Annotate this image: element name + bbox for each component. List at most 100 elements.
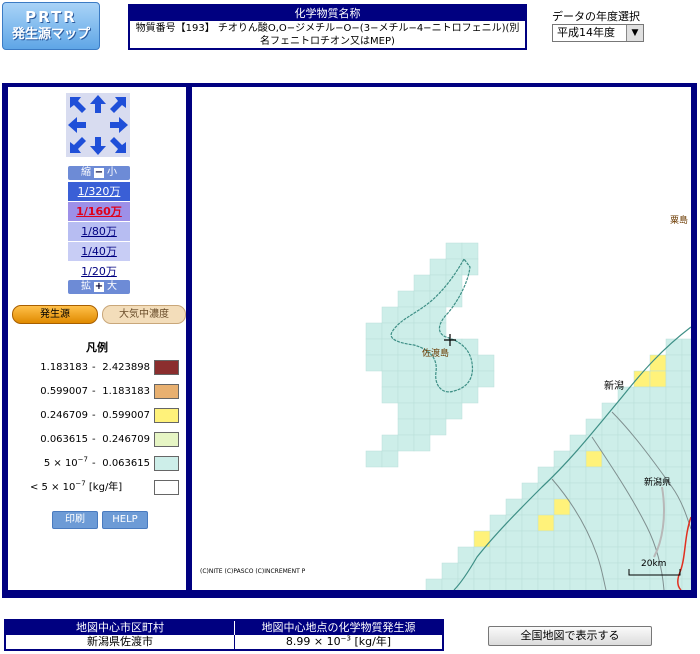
- source-header: 地図中心地点の化学物質発生源: [235, 621, 442, 635]
- grid-cell: [365, 450, 383, 468]
- grid-cell: [681, 450, 691, 468]
- grid-cell: [633, 402, 651, 420]
- grid-cell: [381, 322, 399, 340]
- pan-down-icon: [90, 137, 106, 155]
- grid-cell: [617, 514, 635, 532]
- grid-cell: [601, 434, 619, 452]
- grid-cell: [601, 514, 619, 532]
- grid-cell: [681, 418, 691, 436]
- legend-swatch: [154, 360, 179, 375]
- grid-cell: [665, 498, 683, 516]
- grid-cell: [665, 514, 683, 532]
- grid-cell: [413, 322, 431, 340]
- grid-cell: [381, 370, 399, 388]
- grid-cell: [553, 578, 571, 590]
- grid-cell: [537, 466, 555, 484]
- scale-option[interactable]: 1/20万: [68, 262, 130, 281]
- grid-cell: [585, 466, 603, 484]
- grid-cell: [633, 530, 651, 548]
- grid-cell: [649, 434, 667, 452]
- grid-cell: [381, 434, 399, 452]
- grid-cell: [569, 450, 587, 468]
- grid-cell: [585, 546, 603, 564]
- control-panel: 縮 − 小 1/320万 1/160万 1/80万 1/40万 1/20万 拡 + 大 発生源 …: [8, 87, 186, 590]
- grid-cell: [665, 434, 683, 452]
- grid-cell: [521, 482, 539, 500]
- legend-min-label: < 5 × 10−7 [kg/年]: [30, 479, 123, 493]
- pan-up-icon: [90, 95, 106, 113]
- grid-cell: [413, 434, 431, 452]
- grid-cell: [457, 578, 475, 590]
- grid-cell: [585, 498, 603, 516]
- source-value-exponent: −3: [340, 634, 351, 643]
- grid-cell: [665, 386, 683, 404]
- scale-option[interactable]: 1/320万: [68, 182, 130, 201]
- grid-cell: [681, 482, 691, 500]
- help-button[interactable]: HELP: [102, 511, 148, 529]
- logo-line1: PRTR: [25, 8, 77, 26]
- grid-cell: [429, 322, 447, 340]
- grid-cell: [553, 514, 571, 532]
- zoom-in-label: 拡: [81, 281, 91, 292]
- grid-cell: [429, 402, 447, 420]
- legend-title: 凡例: [86, 341, 108, 354]
- grid-cell: [681, 338, 691, 356]
- grid-cell: [505, 578, 523, 590]
- grid-cell: [457, 546, 475, 564]
- grid-cell: [445, 370, 463, 388]
- scale-option[interactable]: 1/80万: [68, 222, 130, 241]
- grid-cell: [681, 370, 691, 388]
- plus-icon: +: [94, 281, 104, 292]
- grid-cell: [617, 450, 635, 468]
- grid-cell: [633, 578, 651, 590]
- grid-cell: [585, 562, 603, 580]
- grid-cell: [397, 386, 415, 404]
- legend-row: 0.599007-1.183183: [8, 383, 186, 401]
- national-map-button[interactable]: 全国地図で表示する: [488, 626, 652, 646]
- legend-high: 1.183183: [102, 386, 150, 397]
- grid-cell: [461, 386, 479, 404]
- tab-emission-source[interactable]: 発生源: [12, 305, 98, 324]
- legend-swatch: [154, 456, 179, 471]
- scale-option[interactable]: 1/40万: [68, 242, 130, 261]
- grid-cell: [397, 338, 415, 356]
- scale-option[interactable]: 1/160万: [68, 202, 130, 221]
- grid-cell: [429, 258, 447, 276]
- grid-cell: [617, 498, 635, 516]
- year-select[interactable]: 平成14年度 ▼: [552, 24, 644, 42]
- pan-arrows[interactable]: [66, 93, 130, 157]
- legend-dash: -: [92, 458, 96, 469]
- map-view[interactable]: 佐渡島 新潟 新潟県 粟島 (C)NITE (C)PASCO (C)INCREMENT …: [192, 87, 691, 590]
- label-niigata-pref: 新潟県: [644, 476, 671, 488]
- prtr-logo[interactable]: PRTR 発生源マップ: [2, 2, 100, 50]
- grid-cell: [381, 386, 399, 404]
- grid-cell: [477, 370, 495, 388]
- tab-air-concentration[interactable]: 大気中濃度: [102, 305, 186, 324]
- grid-cell: [461, 354, 479, 372]
- legend-swatch: [154, 432, 179, 447]
- grid-cell: [429, 274, 447, 292]
- legend-swatch: [154, 408, 179, 423]
- label-niigata: 新潟: [604, 379, 624, 392]
- grid-cell: [633, 386, 651, 404]
- grid-cell: [521, 578, 539, 590]
- grid-cell: [665, 450, 683, 468]
- zoom-in-button[interactable]: 拡 + 大: [68, 280, 130, 294]
- grid-cell: [365, 338, 383, 356]
- grid-cell: [521, 546, 539, 564]
- label-awashima: 粟島: [670, 214, 688, 226]
- grid-cell: [397, 322, 415, 340]
- map-canvas[interactable]: 佐渡島新潟新潟県 粟島 (C)NITE (C)PASCO (C)INCREMENT …: [192, 87, 691, 590]
- zoom-out-button[interactable]: 縮 − 小: [68, 166, 130, 180]
- print-button[interactable]: 印刷: [52, 511, 98, 529]
- grid-cell: [553, 562, 571, 580]
- year-select-label: データの年度選択: [552, 10, 640, 23]
- grid-cell: [489, 546, 507, 564]
- chevron-down-icon[interactable]: ▼: [626, 25, 643, 41]
- pan-downright-icon: [110, 137, 126, 153]
- grid-cell: [617, 562, 635, 580]
- location-info-table: 地図中心市区町村 地図中心地点の化学物質発生源 新潟県佐渡市 8.99 × 10…: [4, 619, 444, 651]
- grid-cell: [601, 498, 619, 516]
- grid-cell: [665, 402, 683, 420]
- legend-dash: -: [92, 386, 96, 397]
